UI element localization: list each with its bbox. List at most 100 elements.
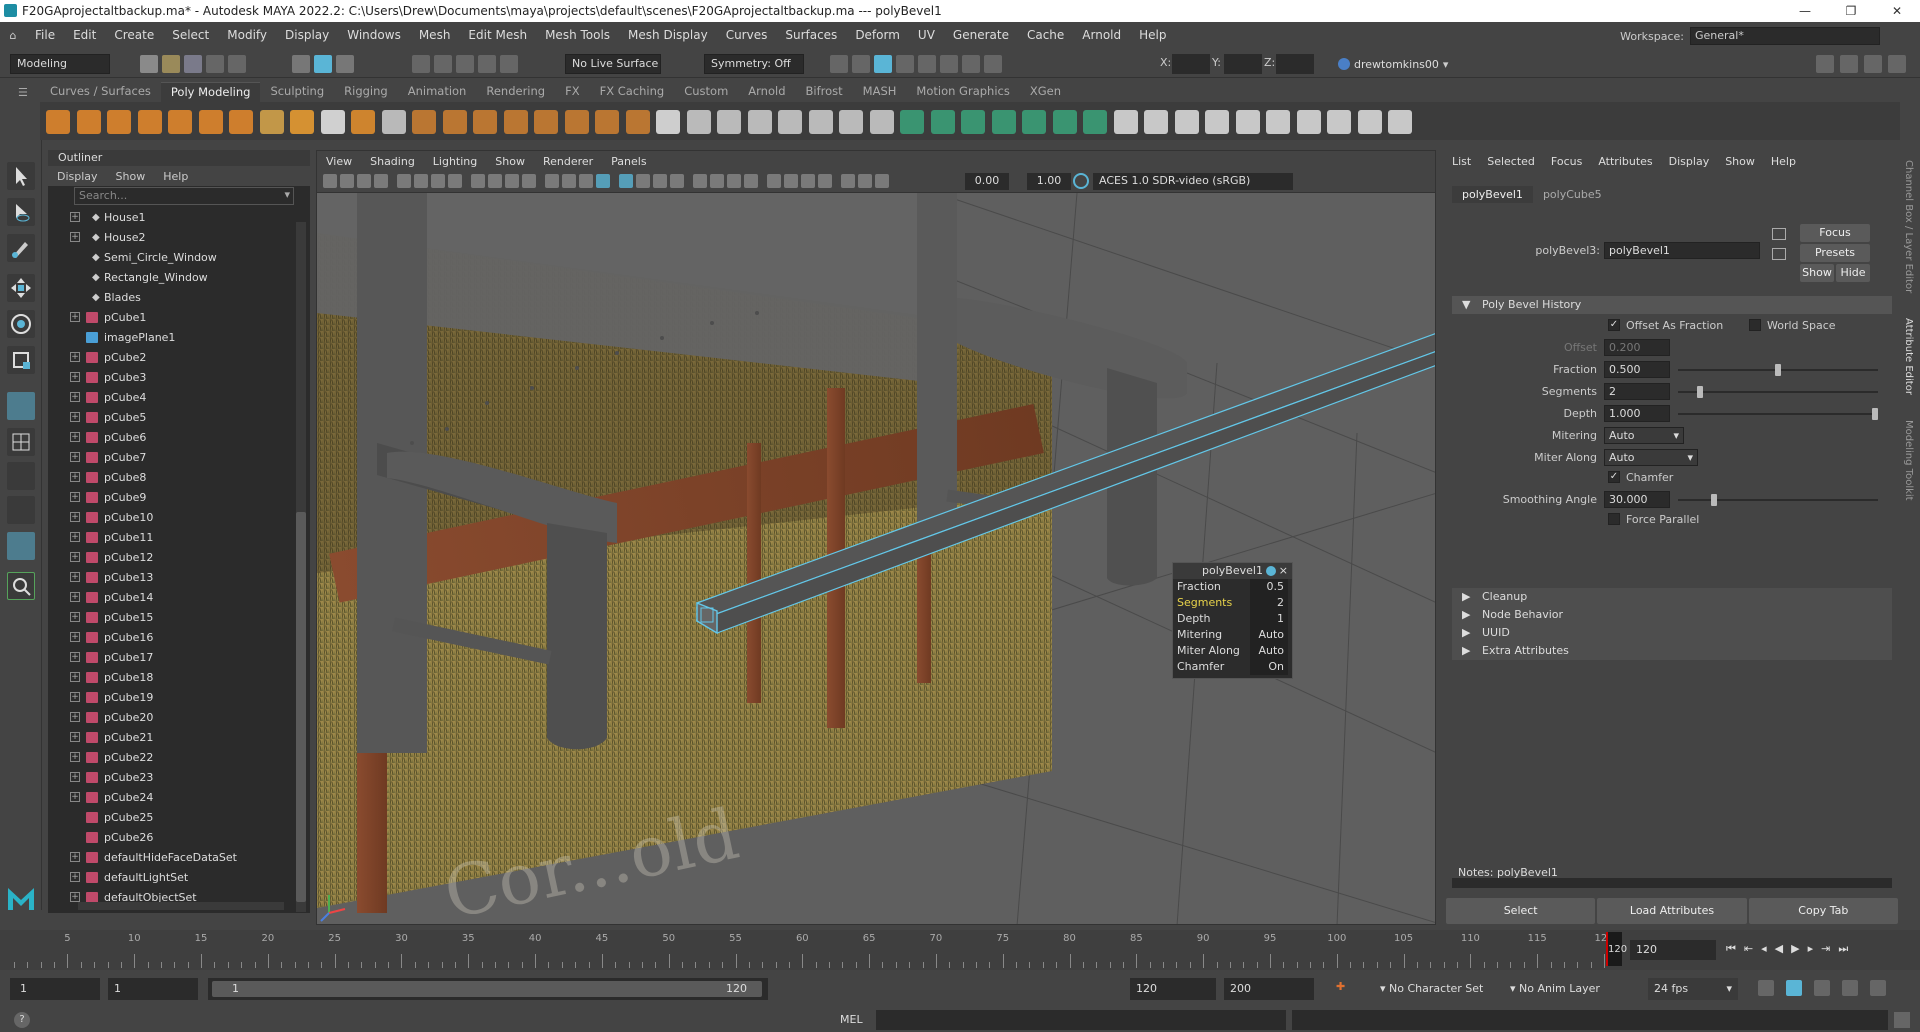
motion-blur-icon[interactable]	[710, 174, 724, 188]
animation-preferences-icon[interactable]	[1870, 980, 1886, 996]
range-slider-bar[interactable]: 1 120	[208, 978, 768, 1000]
smooth-icon[interactable]	[595, 110, 619, 134]
hide-button[interactable]: Hide	[1836, 264, 1870, 282]
ae-tab-polybevel1[interactable]: polyBevel1	[1452, 186, 1533, 203]
x-coord-field[interactable]	[1172, 54, 1210, 74]
menu-deform[interactable]: Deform	[846, 28, 909, 42]
mel-command-input[interactable]	[876, 1010, 1286, 1030]
smoothing-angle-field[interactable]: 30.000	[1604, 491, 1670, 508]
expand-icon[interactable]: +	[70, 752, 80, 762]
boolean-icon[interactable]	[534, 110, 558, 134]
close-icon[interactable]: ✕	[1874, 0, 1920, 22]
texel-density-icon[interactable]	[1327, 110, 1351, 134]
platonic-icon[interactable]	[259, 110, 284, 134]
lock-camera-icon[interactable]	[340, 174, 354, 188]
attribute-editor-icon[interactable]	[1840, 55, 1858, 73]
image-plane-icon[interactable]	[397, 174, 411, 188]
expand-icon[interactable]: +	[70, 852, 80, 862]
expand-icon[interactable]: +	[70, 372, 80, 382]
menu-generate[interactable]: Generate	[944, 28, 1018, 42]
expand-icon[interactable]: +	[70, 732, 80, 742]
outliner-item[interactable]: + pCube19	[48, 687, 292, 707]
render-view-icon[interactable]	[852, 55, 870, 73]
expand-icon[interactable]: +	[70, 312, 80, 322]
freeze-icon[interactable]	[1022, 110, 1046, 134]
sound-icon[interactable]	[1814, 980, 1830, 996]
center-pivot-icon[interactable]	[991, 110, 1016, 134]
shelf-tab-fx[interactable]: FX	[555, 82, 590, 102]
step-back-key-icon[interactable]: ⇤	[1744, 942, 1753, 956]
outliner-item[interactable]: + pCube3	[48, 367, 292, 387]
y-coord-field[interactable]	[1224, 54, 1262, 74]
menu-windows[interactable]: Windows	[338, 28, 410, 42]
maximize-icon[interactable]: ❐	[1828, 0, 1874, 22]
shelf-tab-motion-graphics[interactable]: Motion Graphics	[906, 82, 1019, 102]
fraction-field[interactable]: 0.500	[1604, 361, 1670, 378]
bookmarks-icon[interactable]	[374, 174, 388, 188]
node-name-field[interactable]: polyBevel1	[1604, 242, 1760, 259]
camera-frame-icon[interactable]	[858, 174, 872, 188]
snap-point-icon[interactable]	[456, 55, 474, 73]
expand-icon[interactable]: +	[70, 392, 80, 402]
live-surface-field[interactable]: No Live Surface	[565, 54, 661, 74]
fraction-slider-knob[interactable]	[1775, 364, 1781, 376]
cube-icon[interactable]	[76, 110, 101, 134]
outliner-item[interactable]: + pCube10	[48, 507, 292, 527]
redo-icon[interactable]	[228, 55, 246, 73]
go-to-end-icon[interactable]: ⏭	[1838, 942, 1848, 956]
outliner-item[interactable]: + pCube7	[48, 447, 292, 467]
uv-editor-icon[interactable]	[1083, 110, 1107, 134]
sphere-uv-icon[interactable]	[381, 110, 406, 134]
outliner-item[interactable]: + pCube12	[48, 547, 292, 567]
pause-icon[interactable]	[984, 55, 1002, 73]
fps-dropdown[interactable]: 24 fps ▾	[1648, 978, 1738, 1000]
arnold-render-icon[interactable]	[962, 55, 980, 73]
select-object-icon[interactable]	[314, 55, 332, 73]
viewport-menu-view[interactable]: View	[317, 155, 361, 168]
expand-icon[interactable]: +	[70, 552, 80, 562]
settings-pin-icon[interactable]	[1266, 566, 1276, 576]
viewport-menu-show[interactable]: Show	[486, 155, 534, 168]
expand-icon[interactable]: +	[70, 532, 80, 542]
copy-tab-icon[interactable]	[1772, 248, 1786, 260]
character-set-dropdown[interactable]: ▾ No Character Set	[1380, 978, 1510, 1000]
lasso-tool-icon[interactable]	[7, 198, 35, 226]
camera-map-icon[interactable]	[1296, 110, 1321, 134]
plane-icon[interactable]	[198, 110, 223, 134]
shelf-tab-mash[interactable]: MASH	[853, 82, 907, 102]
delete-history-icon[interactable]	[1052, 110, 1077, 134]
help-icon[interactable]: ?	[14, 1012, 30, 1028]
expand-icon[interactable]: +	[70, 872, 80, 882]
auto-map-icon[interactable]	[1266, 110, 1290, 134]
disc-icon[interactable]	[229, 110, 253, 134]
outliner-item[interactable]: + pCube14	[48, 587, 292, 607]
depth-slider[interactable]	[1678, 413, 1878, 415]
load-attributes-button[interactable]: Load Attributes	[1597, 898, 1747, 924]
shelf-tab-rigging[interactable]: Rigging	[334, 82, 398, 102]
menu-uv[interactable]: UV	[909, 28, 944, 42]
depth-of-field-icon[interactable]	[744, 174, 758, 188]
outliner-item[interactable]: + pCube8	[48, 467, 292, 487]
expand-icon[interactable]: +	[70, 472, 80, 482]
move-tool-icon[interactable]	[7, 274, 35, 302]
outliner-item[interactable]: + defaultHideFaceDataSet	[48, 847, 292, 867]
bevel-setting-row[interactable]: Fraction 0.5	[1173, 579, 1292, 595]
snap-grid-icon[interactable]	[412, 55, 430, 73]
paint-select-tool-icon[interactable]	[7, 234, 35, 262]
outliner-item[interactable]: + pCube18	[48, 667, 292, 687]
expand-icon[interactable]: +	[70, 412, 80, 422]
segments-field[interactable]: 2	[1604, 383, 1670, 400]
render-settings-icon[interactable]	[874, 55, 892, 73]
miter-along-dropdown[interactable]: Auto ▾	[1604, 449, 1698, 466]
expand-icon[interactable]: +	[70, 232, 80, 242]
section-poly-bevel-history[interactable]: ▼ Poly Bevel History	[1452, 296, 1892, 314]
search-icon[interactable]	[7, 572, 35, 600]
connect-icon[interactable]	[839, 110, 863, 134]
undo-icon[interactable]	[206, 55, 224, 73]
presets-button[interactable]: Presets	[1800, 244, 1870, 262]
super-shape-icon[interactable]	[290, 110, 314, 134]
go-to-start-icon[interactable]: ⏮	[1726, 942, 1736, 956]
viewport-menu-renderer[interactable]: Renderer	[534, 155, 602, 168]
menu-file[interactable]: File	[26, 28, 64, 42]
target-weld-icon[interactable]	[808, 110, 833, 134]
